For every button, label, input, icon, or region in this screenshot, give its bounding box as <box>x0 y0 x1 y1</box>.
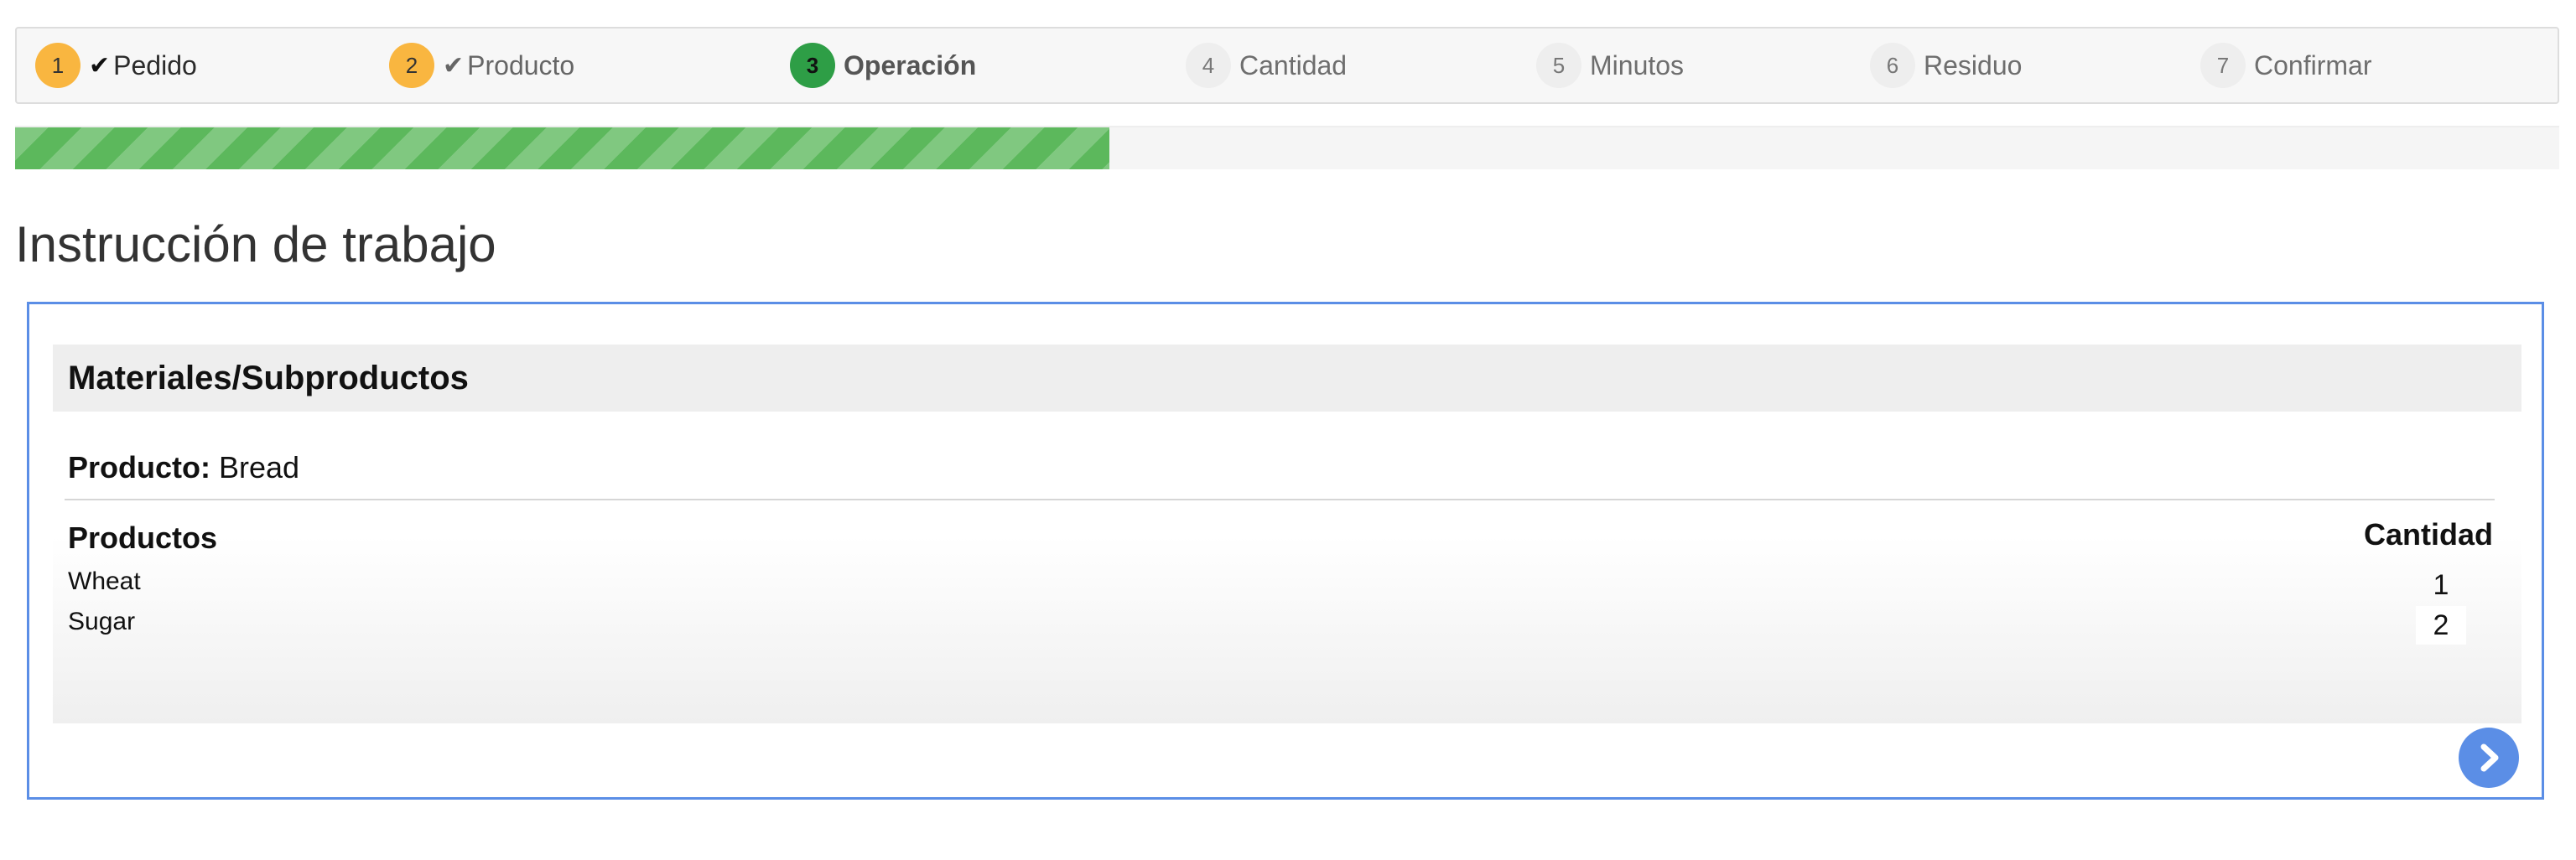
progress-fill <box>15 127 1109 169</box>
materials-heading: Materiales/Subproductos <box>53 345 2521 412</box>
product-key: Producto: <box>68 450 210 484</box>
table-row: Sugar 2 <box>68 606 2500 650</box>
step-number-badge: 5 <box>1536 43 1581 88</box>
product-line: Producto: Bread <box>68 450 299 485</box>
table-row: Wheat 1 <box>68 567 2500 609</box>
step-minutos[interactable]: 5 Minutos <box>1536 28 1684 102</box>
step-operacion[interactable]: 3 Operación <box>790 28 976 102</box>
step-label: Pedido <box>113 49 197 80</box>
step-label: Residuo <box>1924 49 2023 80</box>
column-header-quantity: Cantidad <box>2363 517 2493 552</box>
work-instruction-panel: Materiales/Subproductos Producto: Bread … <box>27 302 2544 800</box>
step-residuo[interactable]: 6 Residuo <box>1870 28 2022 102</box>
step-number-badge: 3 <box>790 43 835 88</box>
step-label: Producto <box>467 49 575 80</box>
step-label: Operación <box>844 49 977 80</box>
check-icon: ✔ <box>89 51 111 80</box>
material-name: Wheat <box>68 567 141 595</box>
step-number-badge: 6 <box>1870 43 1915 88</box>
check-icon: ✔ <box>443 51 465 80</box>
step-label: Minutos <box>1590 49 1685 80</box>
wizard-progress-bar <box>15 126 2559 169</box>
step-confirmar[interactable]: 7 Confirmar <box>2200 28 2371 102</box>
step-producto[interactable]: 2 ✔ Producto <box>389 28 574 102</box>
chevron-right-icon <box>2480 743 2499 772</box>
next-button[interactable] <box>2459 728 2519 788</box>
step-number-badge: 7 <box>2200 43 2246 88</box>
material-quantity: 2 <box>2416 606 2466 645</box>
page-title: Instrucción de trabajo <box>15 216 496 272</box>
step-label: Cantidad <box>1239 49 1348 80</box>
step-number-badge: 1 <box>35 43 80 88</box>
material-quantity: 1 <box>2433 569 2449 601</box>
divider <box>65 499 2495 500</box>
materials-body: Producto: Bread Productos Cantidad Wheat… <box>53 412 2521 723</box>
wizard-steps-bar: 1 ✔ Pedido 2 ✔ Producto 3 Operación 4 Ca… <box>15 27 2559 104</box>
step-label: Confirmar <box>2254 49 2372 80</box>
step-pedido[interactable]: 1 ✔ Pedido <box>35 28 197 102</box>
column-header-products: Productos <box>68 521 218 555</box>
step-number-badge: 4 <box>1186 43 1231 88</box>
step-cantidad[interactable]: 4 Cantidad <box>1186 28 1347 102</box>
product-value: Bread <box>219 450 300 484</box>
material-name: Sugar <box>68 608 136 635</box>
step-number-badge: 2 <box>389 43 434 88</box>
